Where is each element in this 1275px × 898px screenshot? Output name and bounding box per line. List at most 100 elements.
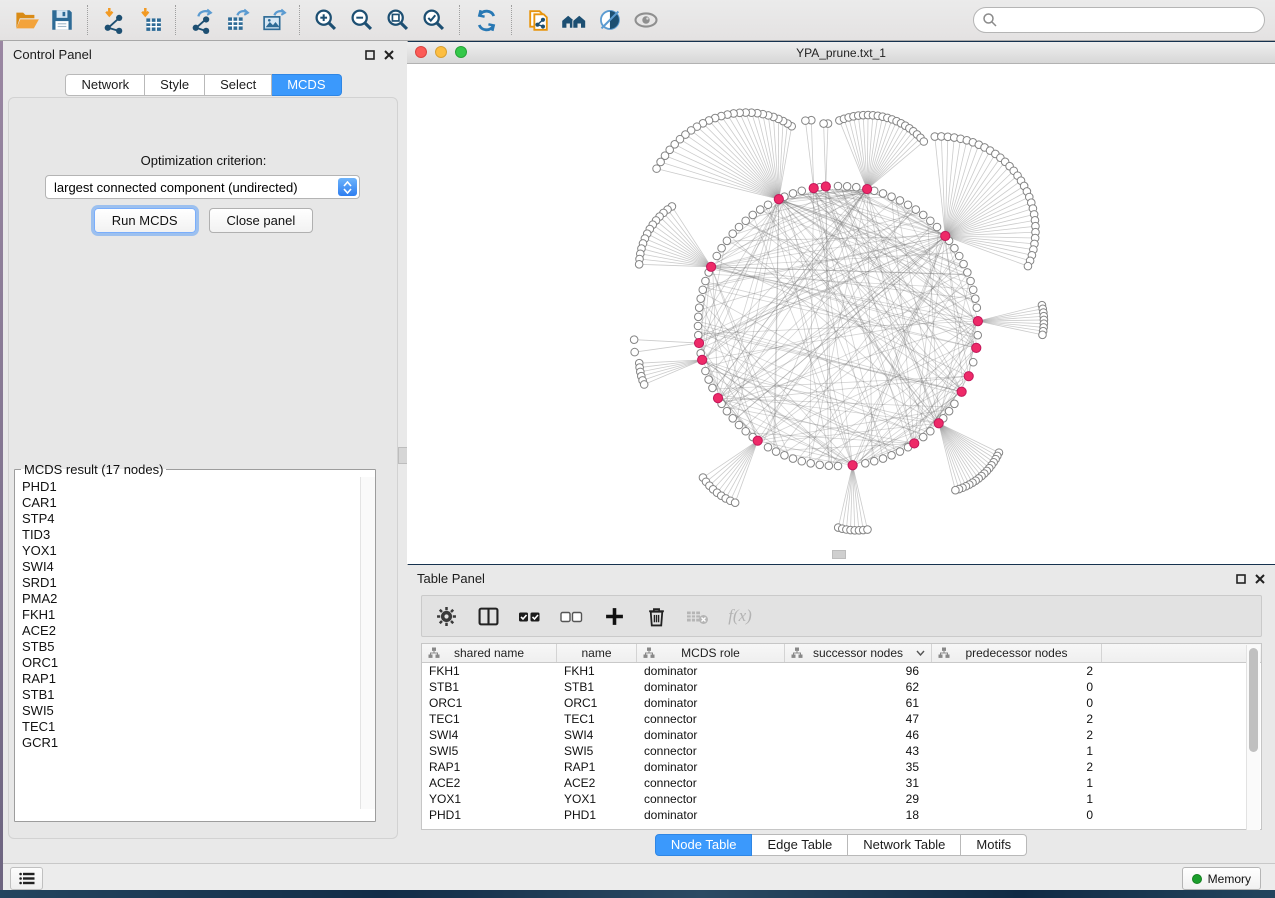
save-icon[interactable] bbox=[44, 3, 80, 37]
zoom-out-icon[interactable] bbox=[344, 3, 380, 37]
table-cell[interactable]: TEC1 bbox=[557, 712, 637, 726]
table-row[interactable]: PHD1PHD1dominator180 bbox=[422, 807, 1261, 823]
zoom-window-icon[interactable] bbox=[455, 46, 467, 58]
mcds-hub-node[interactable] bbox=[964, 372, 973, 381]
table-cell[interactable]: 18 bbox=[785, 808, 932, 822]
close-panel-icon[interactable] bbox=[384, 50, 394, 60]
table-cell[interactable]: 1 bbox=[932, 744, 1102, 758]
mcds-result-item[interactable]: YOX1 bbox=[22, 543, 361, 559]
table-cell[interactable]: ORC1 bbox=[557, 696, 637, 710]
table-row[interactable]: RAP1RAP1dominator352 bbox=[422, 759, 1261, 775]
mcds-hub-node[interactable] bbox=[941, 231, 950, 240]
refresh-layout-icon[interactable] bbox=[468, 3, 504, 37]
mcds-result-item[interactable]: ORC1 bbox=[22, 655, 361, 671]
close-window-icon[interactable] bbox=[415, 46, 427, 58]
table-cell[interactable]: 2 bbox=[932, 664, 1102, 678]
table-cell[interactable]: 2 bbox=[932, 760, 1102, 774]
table-cell[interactable]: 47 bbox=[785, 712, 932, 726]
table-cell[interactable]: RAP1 bbox=[557, 760, 637, 774]
mcds-result-item[interactable]: STB5 bbox=[22, 639, 361, 655]
table-scrollbar-thumb[interactable] bbox=[1249, 648, 1258, 752]
import-table-icon[interactable] bbox=[132, 3, 168, 37]
mcds-hub-node[interactable] bbox=[821, 182, 830, 191]
table-row[interactable]: ACE2ACE2connector311 bbox=[422, 775, 1261, 791]
mcds-result-item[interactable]: PHD1 bbox=[22, 479, 361, 495]
network-canvas[interactable] bbox=[407, 64, 1275, 564]
table-cell[interactable]: 0 bbox=[932, 680, 1102, 694]
add-column-icon[interactable] bbox=[600, 601, 628, 631]
vizmapper-icon[interactable] bbox=[592, 3, 628, 37]
tab-motifs[interactable]: Motifs bbox=[961, 834, 1027, 856]
close-panel-button[interactable]: Close panel bbox=[209, 208, 314, 233]
table-cell[interactable]: STB1 bbox=[557, 680, 637, 694]
table-cell[interactable]: 31 bbox=[785, 776, 932, 790]
table-cell[interactable]: 35 bbox=[785, 760, 932, 774]
tab-network-table[interactable]: Network Table bbox=[848, 834, 961, 856]
mcds-result-item[interactable]: FKH1 bbox=[22, 607, 361, 623]
optimization-criterion-select[interactable]: largest connected component (undirected) bbox=[45, 175, 360, 199]
mcds-result-item[interactable]: GCR1 bbox=[22, 735, 361, 751]
mcds-result-item[interactable]: TEC1 bbox=[22, 719, 361, 735]
mcds-list-scrollbar[interactable] bbox=[360, 477, 375, 809]
table-cell[interactable]: STB1 bbox=[422, 680, 557, 694]
table-row[interactable]: SWI5SWI5connector431 bbox=[422, 743, 1261, 759]
clone-network-icon[interactable] bbox=[520, 3, 556, 37]
float-window-icon[interactable] bbox=[1236, 574, 1246, 584]
close-panel-icon[interactable] bbox=[1255, 574, 1265, 584]
table-cell[interactable]: 46 bbox=[785, 728, 932, 742]
table-cell[interactable]: SWI4 bbox=[557, 728, 637, 742]
mcds-hub-node[interactable] bbox=[934, 419, 943, 428]
mcds-result-item[interactable]: SWI4 bbox=[22, 559, 361, 575]
column-header-name[interactable]: name bbox=[557, 644, 637, 662]
table-row[interactable]: FKH1FKH1dominator962 bbox=[422, 663, 1261, 679]
table-cell[interactable]: 1 bbox=[932, 776, 1102, 790]
table-cell[interactable]: 2 bbox=[932, 712, 1102, 726]
export-image-icon[interactable] bbox=[256, 3, 292, 37]
delete-column-icon[interactable] bbox=[642, 601, 670, 631]
table-cell[interactable]: connector bbox=[637, 776, 785, 790]
table-cell[interactable]: connector bbox=[637, 792, 785, 806]
import-network-icon[interactable] bbox=[96, 3, 132, 37]
mcds-result-item[interactable]: PMA2 bbox=[22, 591, 361, 607]
table-row[interactable]: TEC1TEC1connector472 bbox=[422, 711, 1261, 727]
table-cell[interactable]: 2 bbox=[932, 728, 1102, 742]
network-window-titlebar[interactable]: YPA_prune.txt_1 bbox=[407, 42, 1275, 64]
mcds-result-item[interactable]: RAP1 bbox=[22, 671, 361, 687]
table-cell[interactable]: 62 bbox=[785, 680, 932, 694]
mcds-result-item[interactable]: TID3 bbox=[22, 527, 361, 543]
mcds-result-item[interactable]: CAR1 bbox=[22, 495, 361, 511]
mcds-hub-node[interactable] bbox=[707, 262, 716, 271]
table-cell[interactable]: connector bbox=[637, 744, 785, 758]
mcds-hub-node[interactable] bbox=[972, 343, 981, 352]
table-cell[interactable]: 43 bbox=[785, 744, 932, 758]
mcds-hub-node[interactable] bbox=[698, 355, 707, 364]
table-cell[interactable]: FKH1 bbox=[557, 664, 637, 678]
table-cell[interactable]: 61 bbox=[785, 696, 932, 710]
mcds-hub-node[interactable] bbox=[694, 338, 703, 347]
run-mcds-button[interactable]: Run MCDS bbox=[94, 208, 196, 233]
task-history-button[interactable] bbox=[10, 867, 43, 890]
table-row[interactable]: YOX1YOX1connector291 bbox=[422, 791, 1261, 807]
zoom-in-icon[interactable] bbox=[308, 3, 344, 37]
table-cell[interactable]: FKH1 bbox=[422, 664, 557, 678]
table-cell[interactable]: SWI5 bbox=[557, 744, 637, 758]
mcds-hub-node[interactable] bbox=[863, 184, 872, 193]
tab-node-table[interactable]: Node Table bbox=[655, 834, 753, 856]
mcds-result-item[interactable]: SWI5 bbox=[22, 703, 361, 719]
tab-select[interactable]: Select bbox=[205, 74, 272, 96]
table-cell[interactable]: dominator bbox=[637, 680, 785, 694]
zoom-fit-icon[interactable] bbox=[380, 3, 416, 37]
table-cell[interactable]: PHD1 bbox=[557, 808, 637, 822]
mcds-hub-node[interactable] bbox=[809, 184, 818, 193]
table-cell[interactable]: connector bbox=[637, 712, 785, 726]
table-scrollbar[interactable] bbox=[1246, 645, 1260, 830]
tab-network[interactable]: Network bbox=[65, 74, 145, 96]
search-input[interactable] bbox=[998, 9, 1264, 31]
mcds-result-item[interactable]: STP4 bbox=[22, 511, 361, 527]
column-header-successor-nodes[interactable]: successor nodes bbox=[785, 644, 932, 662]
float-window-icon[interactable] bbox=[365, 50, 375, 60]
zoom-selected-icon[interactable] bbox=[416, 3, 452, 37]
table-cell[interactable]: YOX1 bbox=[557, 792, 637, 806]
table-cell[interactable]: TEC1 bbox=[422, 712, 557, 726]
column-header-shared-name[interactable]: shared name bbox=[422, 644, 557, 662]
